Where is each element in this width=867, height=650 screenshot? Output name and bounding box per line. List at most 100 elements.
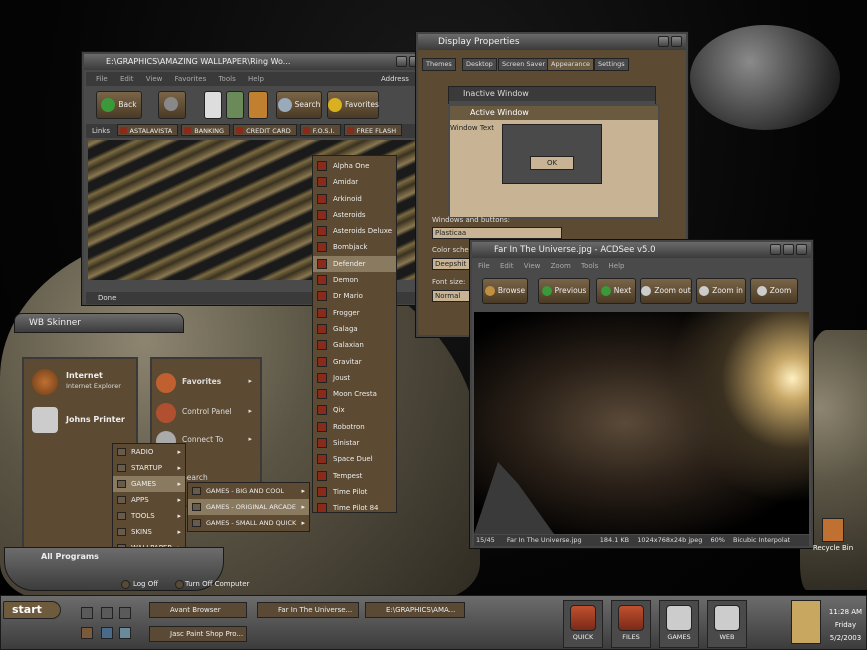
color-scheme-dropdown[interactable]: Deepshit bbox=[432, 258, 472, 270]
link-banking[interactable]: BANKING bbox=[181, 124, 231, 136]
acdsee-menu-file[interactable]: File bbox=[478, 262, 490, 270]
favorites-button[interactable]: Favorites bbox=[327, 91, 379, 119]
style-dropdown[interactable]: Plasticaa bbox=[432, 227, 562, 239]
game-item[interactable]: Frogger bbox=[313, 305, 396, 321]
acdsee-menu-view[interactable]: View bbox=[524, 262, 541, 270]
log-off-button[interactable]: Log Off bbox=[133, 580, 158, 588]
acdsee-menu-tools[interactable]: Tools bbox=[581, 262, 598, 270]
game-item[interactable]: Robotron bbox=[313, 419, 396, 435]
tab-themes[interactable]: Themes bbox=[422, 58, 456, 71]
menu-help[interactable]: Help bbox=[248, 75, 264, 83]
game-item[interactable]: Gravitar bbox=[313, 354, 396, 370]
search-button[interactable]: Search bbox=[276, 91, 322, 119]
programs-item-games[interactable]: GAMES ▸ bbox=[113, 476, 185, 492]
ie-minimize-button[interactable] bbox=[396, 56, 407, 67]
tab-screen-saver[interactable]: Screen Saver bbox=[498, 58, 550, 71]
all-programs-button[interactable]: All Programs bbox=[41, 552, 99, 561]
acdsee-titlebar[interactable]: Far In The Universe.jpg - ACDSee v5.0 bbox=[472, 242, 811, 258]
game-item[interactable]: Moon Cresta bbox=[313, 386, 396, 402]
start-item-favorites[interactable]: Favorites ▸ bbox=[156, 373, 256, 393]
task-avant-browser[interactable]: Avant Browser bbox=[149, 602, 247, 618]
game-item[interactable]: Time Pilot bbox=[313, 484, 396, 500]
acdsee-menu-help[interactable]: Help bbox=[609, 262, 625, 270]
quicklaunch-icon[interactable] bbox=[81, 607, 93, 619]
programs-item-apps[interactable]: APPS ▸ bbox=[113, 492, 185, 508]
game-item[interactable]: Qix bbox=[313, 402, 396, 418]
next-button[interactable]: Next bbox=[596, 278, 636, 304]
game-item-selected[interactable]: Defender bbox=[313, 255, 396, 273]
quicklaunch-icon[interactable] bbox=[101, 627, 113, 639]
programs-item-tools[interactable]: TOOLS ▸ bbox=[113, 508, 185, 524]
acdsee-maximize-button[interactable] bbox=[783, 244, 794, 255]
quicklaunch-icon[interactable] bbox=[119, 627, 131, 639]
browse-button[interactable]: Browse bbox=[482, 278, 528, 304]
acdsee-menu-zoom[interactable]: Zoom bbox=[551, 262, 571, 270]
programs-item-startup[interactable]: STARTUP ▸ bbox=[113, 460, 185, 476]
game-item[interactable]: Time Pilot 84 bbox=[313, 500, 396, 516]
clock[interactable]: 11:28 AM Friday 5/2/2003 bbox=[823, 606, 867, 645]
menu-favorites[interactable]: Favorites bbox=[175, 75, 207, 83]
game-item[interactable]: Tempest bbox=[313, 468, 396, 484]
game-item[interactable]: Joust bbox=[313, 370, 396, 386]
link-credit-card[interactable]: CREDIT CARD bbox=[233, 124, 297, 136]
files-folder-button[interactable]: FILES bbox=[611, 600, 651, 648]
zoom-out-button[interactable]: Zoom out bbox=[640, 278, 692, 304]
menu-file[interactable]: File bbox=[96, 75, 108, 83]
start-item-control-panel[interactable]: Control Panel ▸ bbox=[156, 403, 256, 423]
task-explorer-graphics[interactable]: E:\GRAPHICS\AMA... bbox=[365, 602, 465, 618]
tab-desktop[interactable]: Desktop bbox=[462, 58, 497, 71]
tab-appearance[interactable]: Appearance bbox=[547, 58, 595, 71]
web-folder-button[interactable]: WEB bbox=[707, 600, 747, 648]
display-titlebar[interactable]: Display Properties bbox=[418, 34, 686, 50]
link-astalavista[interactable]: ASTALAVISTA bbox=[116, 124, 179, 136]
home-button[interactable] bbox=[248, 91, 268, 119]
acdsee-minimize-button[interactable] bbox=[770, 244, 781, 255]
game-item[interactable]: Amidar bbox=[313, 174, 396, 190]
game-item[interactable]: Asteroids Deluxe bbox=[313, 223, 396, 239]
acdsee-menu-edit[interactable]: Edit bbox=[500, 262, 514, 270]
game-item[interactable]: Space Duel bbox=[313, 451, 396, 467]
game-item[interactable]: Galaxian bbox=[313, 337, 396, 353]
game-item[interactable]: Demon bbox=[313, 272, 396, 288]
tab-settings[interactable]: Settings bbox=[594, 58, 629, 71]
programs-item-skins[interactable]: SKINS ▸ bbox=[113, 524, 185, 540]
game-item[interactable]: Arkinoid bbox=[313, 191, 396, 207]
menu-edit[interactable]: Edit bbox=[120, 75, 134, 83]
stop-button[interactable] bbox=[204, 91, 222, 119]
link-fosi[interactable]: F.O.S.I. bbox=[299, 124, 341, 136]
games-folder-button[interactable]: GAMES bbox=[659, 600, 699, 648]
game-item[interactable]: Sinistar bbox=[313, 435, 396, 451]
game-item[interactable]: Galaga bbox=[313, 321, 396, 337]
refresh-button[interactable] bbox=[226, 91, 244, 119]
link-free-flash[interactable]: FREE FLASH bbox=[343, 124, 403, 136]
previous-button[interactable]: Previous bbox=[538, 278, 590, 304]
quicklaunch-icon[interactable] bbox=[119, 607, 131, 619]
programs-item-radio[interactable]: RADIO ▸ bbox=[113, 444, 185, 460]
menu-view[interactable]: View bbox=[146, 75, 163, 83]
game-item[interactable]: Dr Mario bbox=[313, 288, 396, 304]
ie-titlebar[interactable]: E:\GRAPHICS\AMAZING WALLPAPER\Ring Wo... bbox=[84, 54, 437, 70]
turn-off-button[interactable]: Turn Off Computer bbox=[185, 580, 249, 588]
quicklaunch-icon[interactable] bbox=[101, 607, 113, 619]
quick-folder-button[interactable]: QUICK bbox=[563, 600, 603, 648]
recycle-bin[interactable]: Recycle Bin bbox=[808, 518, 858, 566]
zoom-button[interactable]: Zoom bbox=[750, 278, 798, 304]
game-item[interactable]: Bombjack bbox=[313, 239, 396, 255]
task-paint-shop-pro[interactable]: Jasc Paint Shop Pro... bbox=[149, 626, 247, 642]
display-close-button[interactable] bbox=[671, 36, 682, 47]
acdsee-close-button[interactable] bbox=[796, 244, 807, 255]
font-size-dropdown[interactable]: Normal bbox=[432, 290, 472, 302]
game-item[interactable]: Alpha One bbox=[313, 158, 396, 174]
start-button[interactable]: start bbox=[3, 601, 61, 619]
ok-preview-button[interactable]: OK bbox=[530, 156, 574, 170]
start-item-printer[interactable]: Johns Printer bbox=[30, 407, 134, 433]
display-help-button[interactable] bbox=[658, 36, 669, 47]
zoom-in-button[interactable]: Zoom in bbox=[696, 278, 746, 304]
quicklaunch-icon[interactable] bbox=[81, 627, 93, 639]
games-sub-big-and-cool[interactable]: GAMES - BIG AND COOL ▸ bbox=[188, 483, 309, 499]
forward-button[interactable] bbox=[158, 91, 186, 119]
menu-tools[interactable]: Tools bbox=[218, 75, 235, 83]
games-sub-original-arcade[interactable]: GAMES - ORIGINAL ARCADE ▸ bbox=[188, 499, 309, 515]
task-far-in-the-universe[interactable]: Far In The Universe... bbox=[257, 602, 359, 618]
game-item[interactable]: Asteroids bbox=[313, 207, 396, 223]
